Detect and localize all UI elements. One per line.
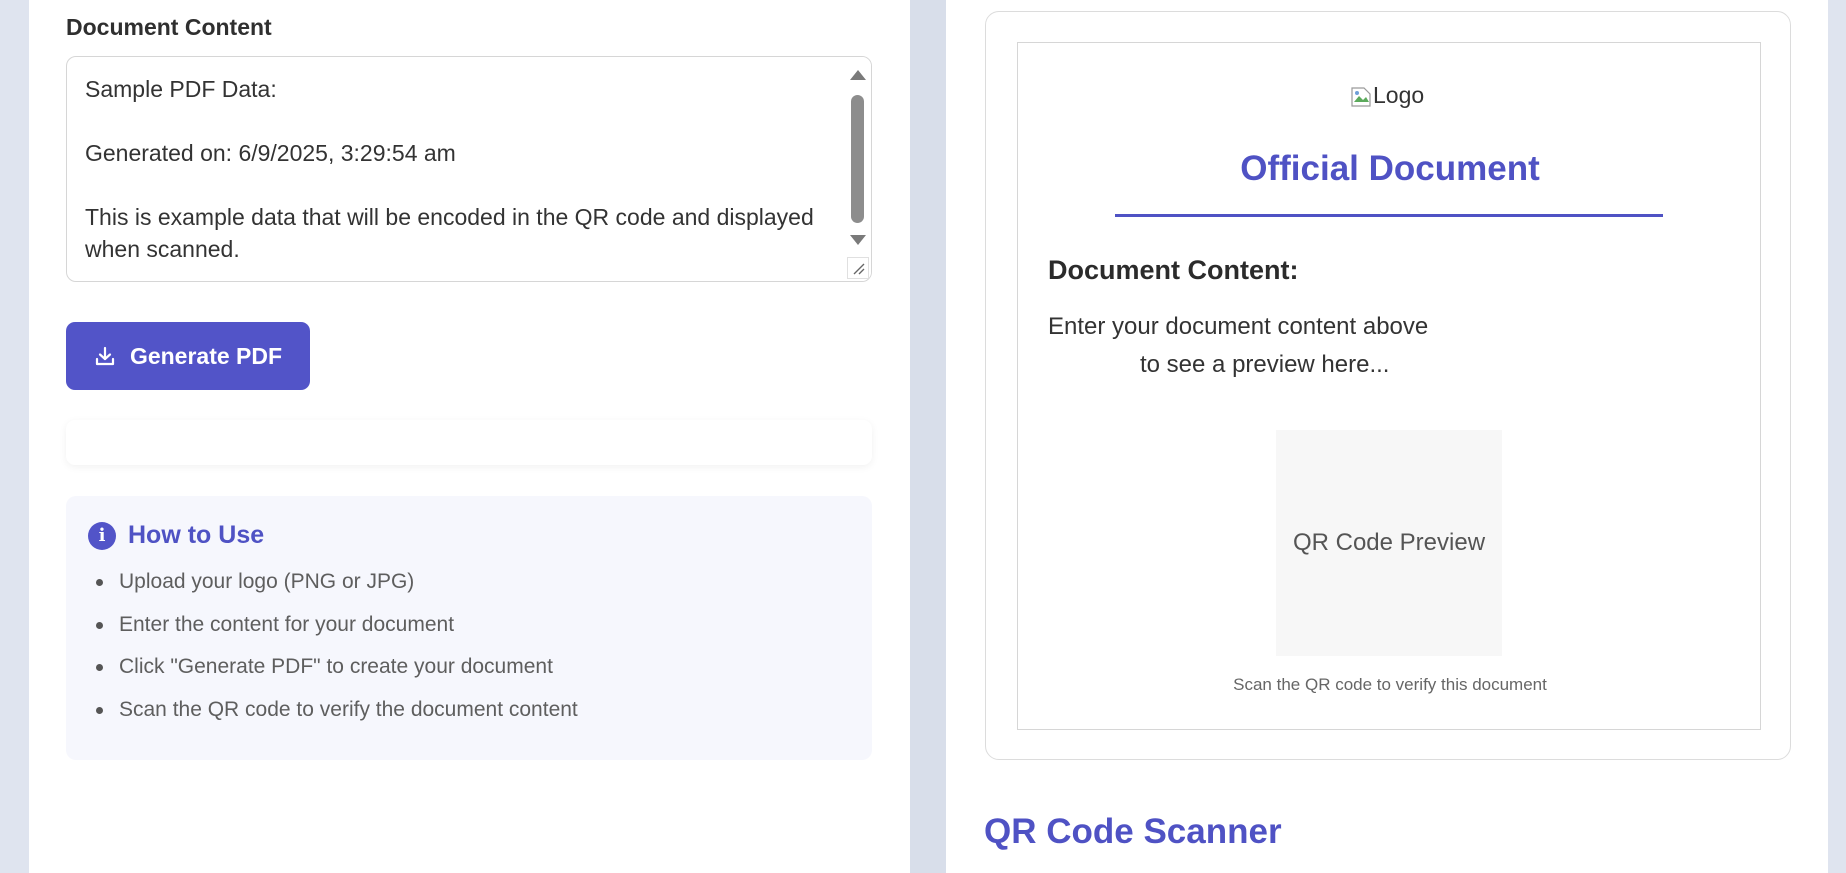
how-to-use-section: i How to Use Upload your logo (PNG or JP… bbox=[66, 496, 872, 760]
document-title: Official Document bbox=[1240, 149, 1540, 188]
logo-image: Logo bbox=[1350, 73, 1424, 109]
bullet-icon bbox=[96, 706, 103, 714]
preview-placeholder-line2: to see a preview here... bbox=[1140, 351, 1390, 378]
textarea-scrollbar[interactable] bbox=[845, 57, 871, 281]
how-to-use-list: Upload your logo (PNG or JPG) Enter the … bbox=[96, 567, 578, 737]
scroll-up-arrow-icon[interactable] bbox=[850, 70, 866, 80]
document-content-value[interactable]: Sample PDF Data: Generated on: 6/9/2025,… bbox=[85, 73, 825, 265]
document-content-label: Document Content bbox=[66, 14, 272, 40]
document-content-heading: Document Content: bbox=[1048, 255, 1299, 285]
generator-panel: Document Content Sample PDF Data: Genera… bbox=[29, 0, 910, 873]
document-preview-card: Logo Official Document Document Content:… bbox=[985, 11, 1791, 760]
scroll-down-arrow-icon[interactable] bbox=[850, 235, 866, 245]
preview-panel: Logo Official Document Document Content:… bbox=[946, 0, 1828, 873]
step-text: Upload your logo (PNG or JPG) bbox=[119, 570, 415, 593]
logo-alt-text: Logo bbox=[1373, 82, 1425, 108]
bullet-icon bbox=[96, 621, 103, 629]
status-card bbox=[66, 420, 872, 465]
list-item: Scan the QR code to verify the document … bbox=[96, 695, 578, 738]
qr-code-caption: Scan the QR code to verify this document bbox=[1233, 675, 1547, 694]
document-content-textarea[interactable]: Sample PDF Data: Generated on: 6/9/2025,… bbox=[66, 56, 872, 282]
document-preview-frame: Logo Official Document Document Content:… bbox=[1017, 42, 1761, 730]
scroll-thumb[interactable] bbox=[851, 95, 864, 223]
resize-handle-icon[interactable] bbox=[847, 257, 869, 279]
download-icon bbox=[95, 346, 115, 366]
bullet-icon bbox=[96, 579, 103, 586]
list-item: Enter the content for your document bbox=[96, 610, 578, 653]
how-to-use-heading: i How to Use bbox=[88, 521, 264, 550]
how-to-use-title: How to Use bbox=[128, 521, 265, 549]
generate-pdf-button[interactable]: Generate PDF bbox=[66, 322, 310, 390]
broken-image-icon bbox=[1350, 85, 1372, 109]
list-item: Click "Generate PDF" to create your docu… bbox=[96, 652, 578, 695]
info-icon: i bbox=[88, 521, 116, 550]
list-item: Upload your logo (PNG or JPG) bbox=[96, 567, 578, 610]
qr-code-preview: QR Code Preview bbox=[1276, 430, 1502, 656]
step-text: Click "Generate PDF" to create your docu… bbox=[119, 655, 553, 678]
preview-placeholder-line1: Enter your document content above bbox=[1048, 313, 1429, 340]
title-divider bbox=[1115, 214, 1663, 217]
qr-scanner-title: QR Code Scanner bbox=[984, 812, 1282, 851]
qr-code-placeholder-text: QR Code Preview bbox=[1292, 529, 1486, 556]
bullet-icon bbox=[96, 664, 103, 671]
step-text: Enter the content for your document bbox=[119, 612, 455, 636]
step-text: Scan the QR code to verify the document … bbox=[119, 697, 578, 721]
generate-pdf-label: Generate PDF bbox=[129, 342, 283, 369]
